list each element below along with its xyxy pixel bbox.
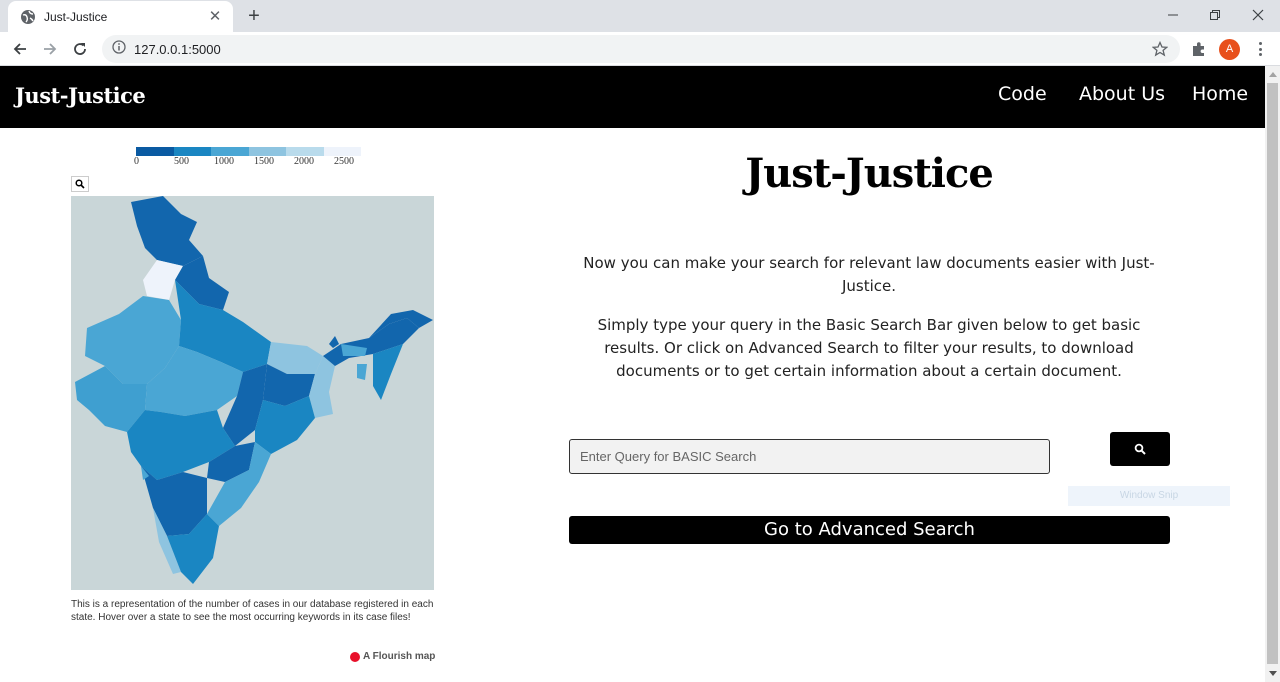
map-legend (136, 147, 361, 156)
map-search-button[interactable] (71, 176, 89, 192)
scrollbar-thumb[interactable] (1267, 83, 1278, 664)
legend-label: 0 (134, 156, 139, 167)
site-brand[interactable]: Just-Justice (15, 83, 146, 108)
page-title: Just-Justice (745, 150, 994, 197)
map-caption: This is a representation of the number o… (71, 599, 434, 623)
tab-title: Just-Justice (44, 9, 108, 24)
legend-label: 2500 (334, 156, 354, 167)
state-tripura (357, 364, 367, 380)
legend-swatch (323, 147, 361, 156)
scroll-down-arrow-icon[interactable] (1265, 666, 1280, 682)
india-choropleth-map[interactable] (71, 196, 434, 590)
browser-tab-bar: Just-Justice ✕ + (0, 0, 1280, 32)
close-window-icon[interactable] (1235, 0, 1280, 30)
scroll-up-arrow-icon[interactable] (1265, 66, 1280, 82)
nav-link-code[interactable]: Code (998, 83, 1047, 105)
legend-label: 2000 (294, 156, 314, 167)
globe-icon (20, 9, 36, 25)
basic-search-button[interactable] (1110, 432, 1170, 466)
address-bar[interactable]: 127.0.0.1:5000 (102, 35, 1180, 63)
browser-toolbar: 127.0.0.1:5000 A (0, 32, 1280, 66)
url-text: 127.0.0.1:5000 (134, 41, 221, 57)
back-arrow-icon[interactable] (8, 37, 32, 61)
intro-text: Now you can make your search for relevan… (583, 254, 1155, 295)
extensions-puzzle-icon[interactable] (1190, 40, 1208, 58)
flourish-credit-link[interactable]: A Flourish map (350, 651, 435, 662)
window-snip-overlay: Window Snip (1068, 486, 1230, 506)
nav-link-about-us[interactable]: About Us (1079, 83, 1165, 105)
browser-menu-icon[interactable] (1252, 40, 1268, 58)
browser-tab[interactable]: Just-Justice ✕ (8, 1, 233, 32)
profile-avatar[interactable]: A (1219, 39, 1240, 60)
bookmark-star-icon[interactable] (1151, 40, 1169, 57)
new-tab-button[interactable]: + (243, 5, 265, 27)
flourish-logo-icon (350, 651, 360, 662)
state-jammu-kashmir (131, 196, 203, 266)
search-icon (1134, 443, 1146, 455)
state-sikkim (329, 336, 339, 348)
legend-label: 1000 (214, 156, 234, 167)
instructions-text: Simply type your query in the Basic Sear… (597, 316, 1141, 380)
search-icon (75, 179, 85, 189)
reload-icon[interactable] (68, 37, 92, 61)
legend-swatch (286, 147, 324, 156)
map-legend-labels: 0 500 1000 1500 2000 2500 (132, 156, 372, 168)
legend-swatch (136, 147, 174, 156)
info-icon[interactable] (112, 39, 126, 59)
legend-swatch (248, 147, 286, 156)
minimize-icon[interactable] (1150, 0, 1196, 30)
close-tab-icon[interactable]: ✕ (207, 8, 223, 25)
forward-arrow-icon[interactable] (38, 37, 62, 61)
legend-label: 500 (174, 156, 189, 167)
site-navbar: Just-Justice Code About Us Home (0, 66, 1265, 128)
advanced-search-button[interactable]: Go to Advanced Search (569, 516, 1170, 544)
page-viewport: Just-Justice Code About Us Home 0 500 1000… (0, 66, 1265, 682)
legend-label: 1500 (254, 156, 274, 167)
basic-search-input[interactable] (569, 439, 1050, 474)
nav-link-home[interactable]: Home (1192, 83, 1248, 105)
page-scrollbar[interactable] (1265, 66, 1280, 682)
legend-swatch (173, 147, 211, 156)
legend-swatch (211, 147, 249, 156)
restore-icon[interactable] (1192, 0, 1238, 30)
flourish-credit-text: A Flourish map (363, 651, 436, 662)
